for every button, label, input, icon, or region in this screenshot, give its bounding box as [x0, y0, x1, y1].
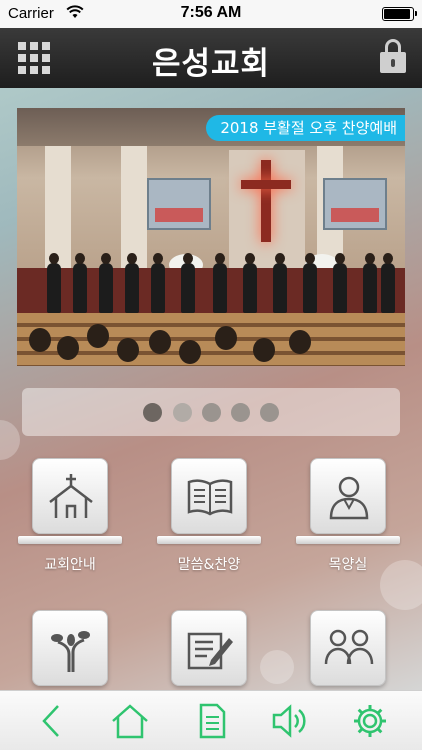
banner-caption: 2018 부활절 오후 찬양예배	[206, 115, 405, 141]
cross-icon	[261, 160, 271, 242]
menu-label: 교회안내	[44, 557, 96, 573]
pastor-icon	[310, 458, 386, 534]
pager-dot[interactable]	[231, 403, 250, 422]
menu-church-info[interactable]: 교회안내	[18, 458, 122, 578]
battery-icon	[382, 7, 417, 21]
status-bar: Carrier 7:56 AM	[0, 0, 422, 28]
menu-label: 목양실	[328, 557, 368, 573]
speaker-icon[interactable]	[270, 703, 310, 739]
pager-dot[interactable]	[173, 403, 192, 422]
menu-tile-growth[interactable]	[18, 610, 122, 690]
tree-icon	[32, 610, 108, 686]
book-icon	[171, 458, 247, 534]
menu-pastor-office[interactable]: 목양실	[296, 458, 400, 578]
menu-label: 말씀&찬양	[177, 557, 241, 573]
pager-dot[interactable]	[260, 403, 279, 422]
pager-dot[interactable]	[143, 403, 162, 422]
lock-icon[interactable]	[380, 39, 406, 73]
app-header: 은성교회	[0, 28, 422, 88]
background-bokeh	[260, 650, 294, 684]
pager-dot[interactable]	[202, 403, 221, 422]
bottom-toolbar	[0, 690, 422, 750]
slide-pager	[22, 388, 400, 436]
people-icon	[310, 610, 386, 686]
settings-gear-icon[interactable]	[350, 703, 390, 739]
page-title: 은성교회	[151, 46, 271, 82]
clock: 7:56 AM	[180, 4, 242, 21]
menu-tile-members[interactable]	[296, 610, 400, 690]
notepad-pen-icon	[171, 610, 247, 686]
menu-sermon-praise[interactable]: 말씀&찬양	[157, 458, 261, 578]
banner-slide[interactable]: 2018 부활절 오후 찬양예배	[17, 108, 405, 366]
battery-level-fill	[384, 9, 410, 19]
church-icon	[32, 458, 108, 534]
back-arrow-icon[interactable]	[34, 703, 74, 739]
document-icon[interactable]	[192, 703, 232, 739]
menu-tile-notes[interactable]	[157, 610, 261, 690]
home-icon[interactable]	[110, 703, 150, 739]
background-bokeh	[0, 420, 20, 460]
